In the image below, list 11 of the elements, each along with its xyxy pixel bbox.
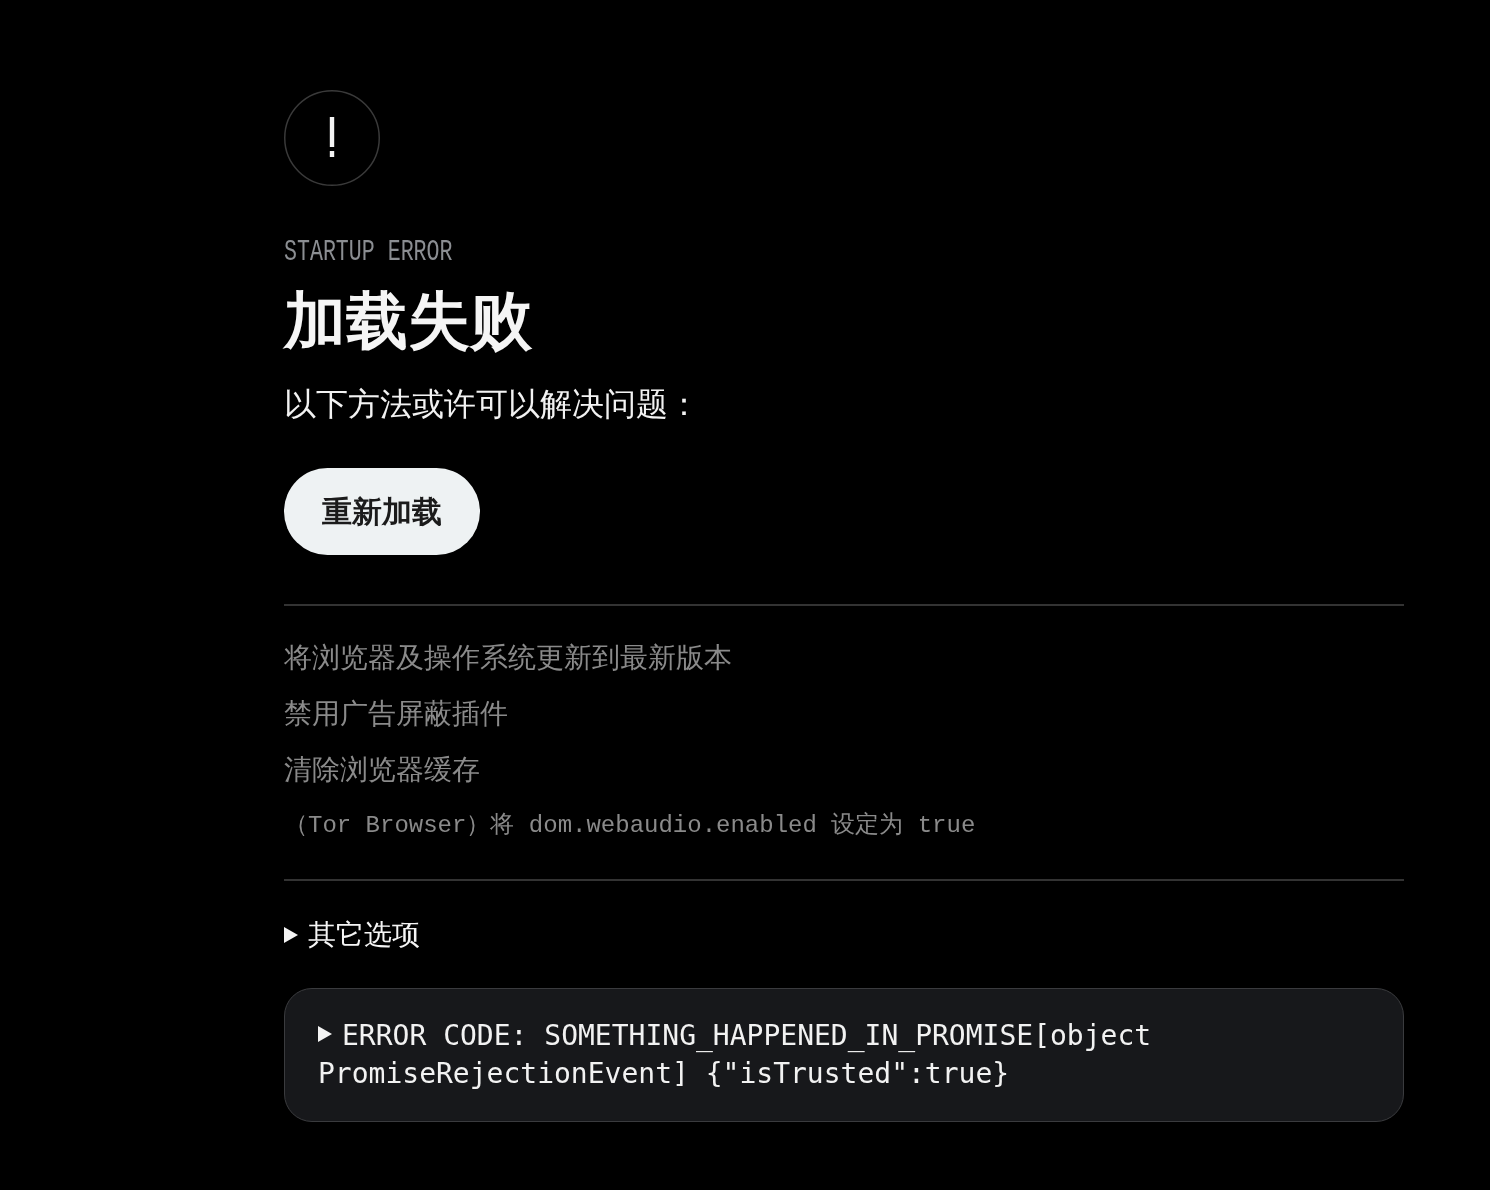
page-title: 加载失败 [284, 286, 532, 356]
tip-text: 禁用广告屏蔽插件 [284, 696, 508, 732]
reload-button[interactable]: 重新加载 [284, 468, 480, 555]
tip-text: 将浏览器及操作系统更新到最新版本 [284, 640, 732, 676]
tip-text: 清除浏览器缓存 [284, 752, 480, 788]
alert-icon [284, 90, 380, 186]
more-options-toggle[interactable]: 其它选项 [284, 915, 420, 955]
tip-text: （Tor Browser）将 dom.webaudio.enabled 设定为 true [284, 811, 976, 841]
error-label: STARTUP ERROR [284, 239, 453, 265]
instructions-text: 以下方法或许可以解决问题： [284, 385, 700, 424]
error-code-toggle[interactable]: ERROR CODE: SOMETHING_HAPPENED_IN_PROMISE[object PromiseRejectionEvent] {"isTrusted":true} [318, 1017, 1370, 1093]
